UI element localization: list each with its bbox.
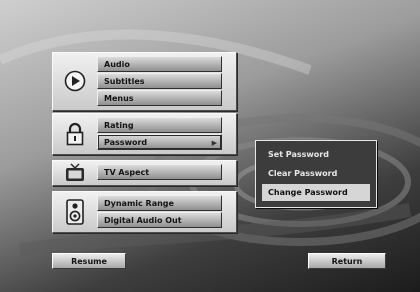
submenu-item-change-password[interactable]: Change Password	[262, 184, 370, 201]
speaker-icon	[66, 199, 84, 225]
dvd-setup-screen: Audio Subtitles Menus Rating Password ▶ T…	[0, 0, 420, 292]
display-group-panel: TV Aspect	[52, 160, 237, 186]
submenu-item-set-password[interactable]: Set Password	[262, 146, 370, 163]
audio-output-group-panel: Dynamic Range Digital Audio Out	[52, 191, 237, 233]
menu-item-label: Subtitles	[104, 77, 145, 86]
menu-item-label: TV Aspect	[104, 168, 150, 177]
menu-item-label: Menus	[104, 94, 134, 103]
resume-button-label: Resume	[71, 257, 107, 266]
submenu-item-label: Clear Password	[268, 169, 338, 178]
menu-item-digital-audio-out[interactable]: Digital Audio Out	[97, 212, 222, 228]
language-group-panel: Audio Subtitles Menus	[52, 52, 237, 111]
menu-item-label: Rating	[104, 121, 134, 130]
password-submenu: Set Password Clear Password Change Passw…	[255, 140, 377, 208]
submenu-item-label: Set Password	[268, 150, 329, 159]
return-button[interactable]: Return	[308, 253, 386, 269]
resume-button[interactable]: Resume	[52, 253, 126, 269]
menu-item-tv-aspect[interactable]: TV Aspect	[97, 164, 222, 180]
menu-item-rating[interactable]: Rating	[97, 117, 222, 133]
play-disc-icon	[64, 70, 86, 92]
tv-icon	[66, 163, 84, 181]
menu-item-menus[interactable]: Menus	[97, 90, 222, 106]
menu-item-label: Digital Audio Out	[104, 216, 182, 225]
menu-item-label: Dynamic Range	[104, 199, 174, 208]
submenu-item-clear-password[interactable]: Clear Password	[262, 165, 370, 182]
padlock-icon	[66, 122, 84, 146]
menu-item-dynamic-range[interactable]: Dynamic Range	[97, 195, 222, 211]
submenu-arrow-icon: ▶	[211, 139, 217, 147]
menu-item-password[interactable]: Password ▶	[97, 134, 222, 150]
submenu-item-label: Change Password	[268, 188, 348, 197]
menu-item-label: Audio	[104, 60, 130, 69]
parental-group-panel: Rating Password ▶	[52, 113, 237, 155]
menu-item-label: Password	[104, 138, 148, 147]
menu-item-audio[interactable]: Audio	[97, 56, 222, 72]
menu-item-subtitles[interactable]: Subtitles	[97, 73, 222, 89]
return-button-label: Return	[331, 257, 363, 266]
